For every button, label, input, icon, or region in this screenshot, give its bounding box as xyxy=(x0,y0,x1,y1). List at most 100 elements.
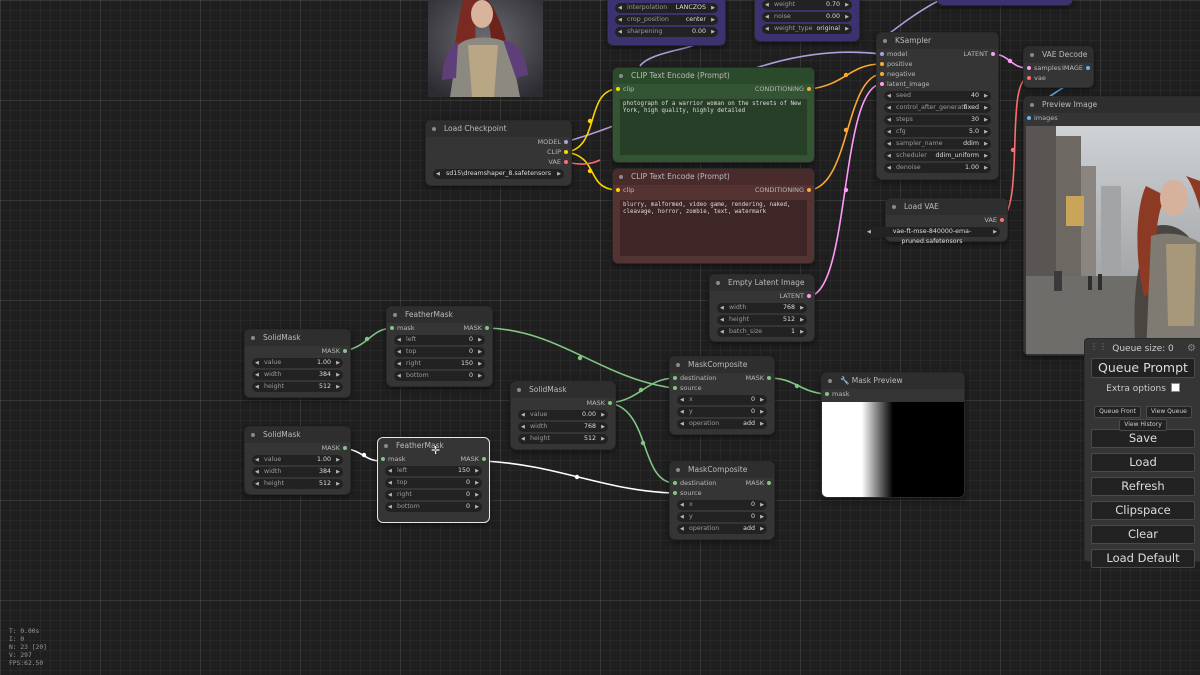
input-slot[interactable] xyxy=(616,188,620,192)
prompt-textarea[interactable]: blurry, malformed, video game, rendering… xyxy=(619,199,808,257)
widget-seed[interactable]: seed 40 xyxy=(884,91,991,101)
partial-node-top-right[interactable] xyxy=(937,0,1073,6)
widget-top[interactable]: top 0 xyxy=(394,347,485,357)
widget-bottom[interactable]: bottom 0 xyxy=(385,502,482,512)
widget-operation[interactable]: operation add xyxy=(677,419,767,429)
widget-denoise[interactable]: denoise 1.00 xyxy=(884,163,991,173)
input-slot[interactable] xyxy=(1027,116,1031,120)
preview-image-node[interactable]: Preview Image images xyxy=(1023,96,1200,356)
refresh-button[interactable]: Refresh xyxy=(1091,477,1195,496)
output-slot[interactable] xyxy=(807,294,811,298)
widget-x[interactable]: x0 xyxy=(677,395,767,405)
output-slot[interactable] xyxy=(767,481,771,485)
input-slot[interactable] xyxy=(880,52,884,56)
widget-width[interactable]: width 384 xyxy=(252,370,343,380)
widget-steps[interactable]: steps 30 xyxy=(884,115,991,125)
output-slot[interactable] xyxy=(343,446,347,450)
input-slot[interactable] xyxy=(616,87,620,91)
feathermask-node-1[interactable]: FeatherMask mask MASK left 0 top 0 right 150… xyxy=(386,306,493,387)
widget-top[interactable]: top 0 xyxy=(385,478,482,488)
solidmask-node-1[interactable]: SolidMask MASK value 1.00 width 384 height… xyxy=(244,329,351,398)
output-slot[interactable] xyxy=(608,401,612,405)
ksampler-node[interactable]: KSampler model LATENT positive negative l… xyxy=(876,32,999,180)
widget-cfg[interactable]: cfg 5.0 xyxy=(884,127,991,137)
empty-latent-image-node[interactable]: Empty Latent Image LATENT width 768 heigh… xyxy=(709,274,815,342)
drag-handle-icon[interactable]: ⋮⋮ xyxy=(1090,343,1108,351)
widget-sharpening[interactable]: sharpening 0.00 xyxy=(615,27,718,37)
widget-noise[interactable]: noise 0.00 xyxy=(762,12,852,22)
input-slot[interactable] xyxy=(1027,66,1031,70)
wire-midpoint[interactable] xyxy=(587,168,593,174)
widget-value[interactable]: value 0.00 xyxy=(518,410,608,420)
solidmask-node-2[interactable]: SolidMask MASK value 1.00 width 384 height… xyxy=(244,426,351,495)
output-slot[interactable] xyxy=(807,188,811,192)
widget-height[interactable]: height 512 xyxy=(717,315,807,325)
output-slot[interactable] xyxy=(1086,66,1090,70)
output-slot[interactable] xyxy=(807,87,811,91)
input-slot[interactable] xyxy=(825,392,829,396)
queue-prompt-button[interactable]: Queue Prompt xyxy=(1091,358,1195,378)
output-slot[interactable] xyxy=(767,376,771,380)
input-slot[interactable] xyxy=(673,481,677,485)
input-slot[interactable] xyxy=(673,376,677,380)
widget-control-after-generate[interactable]: control_after_generatefixed xyxy=(884,103,991,113)
output-slot[interactable] xyxy=(991,52,995,56)
widget-sampler-name[interactable]: sampler_name ddim xyxy=(884,139,991,149)
output-slot[interactable] xyxy=(482,457,486,461)
maskcomposite-node-1[interactable]: MaskComposite destinationMASK source x0 … xyxy=(669,356,775,435)
widget-right[interactable]: right 150 xyxy=(394,359,485,369)
widget-bottom[interactable]: bottom 0 xyxy=(394,371,485,381)
clip-text-encode-negative-node[interactable]: CLIP Text Encode (Prompt) clip CONDITIONI… xyxy=(612,168,815,264)
input-slot[interactable] xyxy=(880,82,884,86)
widget-interpolation[interactable]: interpolation LANCZOS xyxy=(615,3,718,13)
clipspace-button[interactable]: Clipspace xyxy=(1091,501,1195,520)
widget-vae-name[interactable]: vae-ft-mse-840000-ema-pruned.safetensors xyxy=(864,227,1000,245)
output-slot[interactable] xyxy=(343,349,347,353)
widget-height[interactable]: height 512 xyxy=(252,479,343,489)
widget-height[interactable]: height 512 xyxy=(252,382,343,392)
widget-height[interactable]: height 512 xyxy=(518,434,608,444)
widget-width[interactable]: width 768 xyxy=(518,422,608,432)
widget-y[interactable]: y0 xyxy=(677,512,767,522)
widget-left[interactable]: left 0 xyxy=(394,335,485,345)
input-slot[interactable] xyxy=(673,491,677,495)
output-slot[interactable] xyxy=(564,150,568,154)
input-slot[interactable] xyxy=(880,72,884,76)
wire-midpoint[interactable] xyxy=(843,72,849,78)
wire-midpoint[interactable] xyxy=(843,187,849,193)
widget-weight-type[interactable]: weight_typeoriginal xyxy=(762,24,852,34)
gear-icon[interactable]: ⚙ xyxy=(1187,343,1196,354)
maskcomposite-node-2[interactable]: MaskComposite destinationMASK source x0 … xyxy=(669,461,775,540)
widget-y[interactable]: y0 xyxy=(677,407,767,417)
wire-midpoint[interactable] xyxy=(1010,147,1016,153)
load-default-button[interactable]: Load Default xyxy=(1091,549,1195,568)
wire-midpoint[interactable] xyxy=(638,387,644,393)
clear-button[interactable]: Clear xyxy=(1091,525,1195,544)
widget-right[interactable]: right 0 xyxy=(385,490,482,500)
wire-midpoint[interactable] xyxy=(1007,58,1013,64)
mask-preview-node[interactable]: 🔧 Mask Preview mask xyxy=(821,372,965,498)
widget-value[interactable]: value 1.00 xyxy=(252,358,343,368)
widget-weight[interactable]: weight 0.70 xyxy=(762,0,852,10)
widget-operation[interactable]: operation add xyxy=(677,524,767,534)
widget-ckpt-name[interactable]: sd15\dreamshaper_8.safetensors xyxy=(433,169,564,179)
ipadapter-node[interactable]: weight 0.70 noise 0.00 weight_typeoriginal xyxy=(754,0,860,42)
extra-options-checkbox[interactable] xyxy=(1170,383,1180,392)
wire-midpoint[interactable] xyxy=(587,118,593,124)
input-slot[interactable] xyxy=(880,62,884,66)
prompt-textarea[interactable]: photograph of a warrior woman on the str… xyxy=(619,98,808,156)
save-button[interactable]: Save xyxy=(1091,429,1195,448)
clip-text-encode-positive-node[interactable]: CLIP Text Encode (Prompt) clip CONDITIONI… xyxy=(612,67,815,163)
widget-left[interactable]: left 150 xyxy=(385,466,482,476)
solidmask-node-3[interactable]: SolidMask MASK value 0.00 width 768 height… xyxy=(510,381,616,450)
wire-midpoint[interactable] xyxy=(577,355,583,361)
wire-midpoint[interactable] xyxy=(794,383,800,389)
load-checkpoint-node[interactable]: Load Checkpoint MODEL CLIP VAE sd15\drea… xyxy=(425,120,572,186)
widget-value[interactable]: value 1.00 xyxy=(252,455,343,465)
wire-midpoint[interactable] xyxy=(361,452,367,458)
input-slot[interactable] xyxy=(390,326,394,330)
widget-width[interactable]: width 384 xyxy=(252,467,343,477)
upscale-node[interactable]: interpolation LANCZOS crop_position center… xyxy=(607,0,726,46)
input-slot[interactable] xyxy=(1027,76,1031,80)
output-slot[interactable] xyxy=(564,160,568,164)
